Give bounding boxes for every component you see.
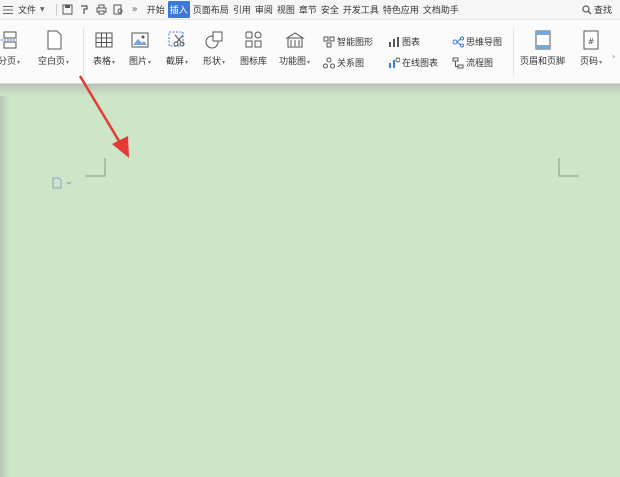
scissors-icon: [168, 31, 185, 47]
function-chart-icon: [284, 32, 305, 48]
menu-bar: 文件 ▼ » 开始 插入 页面布局 引用 审阅 视图 章节 安全 开发工具 特色…: [0, 0, 620, 20]
ribbon-tabs: 开始 插入 页面布局 引用 审阅 视图 章节 安全 开发工具 特色应用 文档助手: [146, 1, 462, 18]
top-right-margin-marker: [558, 158, 579, 177]
page-break-button[interactable]: 分页▾: [0, 30, 20, 67]
more-quick-access-button[interactable]: »: [132, 4, 138, 15]
tab-references[interactable]: 引用: [232, 1, 252, 18]
blank-page-label: 空白页: [38, 57, 66, 67]
file-menu[interactable]: 文件: [18, 3, 36, 16]
icon-library-label: 图标库: [240, 57, 268, 67]
flowchart-label: 流程图: [466, 59, 494, 69]
tab-security[interactable]: 安全: [320, 1, 340, 18]
table-button[interactable]: 表格▾: [93, 30, 115, 67]
tab-doc-assistant[interactable]: 文档助手: [422, 1, 460, 18]
flowchart-button[interactable]: 流程图: [452, 56, 493, 69]
menu-icon[interactable]: [3, 5, 13, 14]
function-chart-label: 功能图: [279, 57, 307, 67]
page-number-label: 页码: [580, 57, 599, 67]
tab-review[interactable]: 审阅: [254, 1, 274, 18]
icon-library-button[interactable]: 图标库: [240, 30, 267, 67]
divider: [83, 28, 84, 76]
picture-label: 图片: [129, 57, 148, 67]
blank-page-icon: [47, 30, 62, 50]
table-icon: [95, 32, 113, 48]
tab-view[interactable]: 视图: [276, 1, 296, 18]
shapes-button[interactable]: 形状▾: [203, 30, 225, 67]
relation-chart-button[interactable]: 关系图: [323, 56, 364, 69]
chevron-down-icon: ▾: [307, 59, 311, 66]
mind-map-label: 思维导图: [466, 38, 503, 48]
chart-label: 图表: [402, 38, 421, 48]
mind-map-button[interactable]: 思维导图: [452, 35, 502, 48]
tab-home[interactable]: 开始: [146, 1, 166, 18]
shapes-label: 形状: [203, 57, 222, 67]
search-label: 查找: [593, 6, 612, 16]
picture-icon: [131, 32, 149, 48]
divider: [55, 3, 57, 16]
annotation-arrow: [78, 75, 129, 158]
online-chart-label: 在线图表: [402, 59, 439, 69]
chevron-down-icon: ▾: [148, 59, 152, 66]
smart-art-label: 智能图形: [337, 38, 374, 48]
online-chart-button[interactable]: 在线图表: [388, 56, 438, 69]
tab-developer[interactable]: 开发工具: [342, 1, 380, 18]
chevron-down-icon: ▾: [599, 59, 603, 66]
tab-section[interactable]: 章节: [298, 1, 318, 18]
online-chart-icon: [389, 57, 400, 68]
picture-button[interactable]: 图片▾: [129, 30, 151, 67]
bar-chart-icon: [389, 36, 399, 47]
print-icon[interactable]: [96, 4, 107, 15]
icon-library-icon: [245, 31, 261, 48]
chevron-down-icon: ▾: [112, 59, 116, 66]
page-left-edge: [0, 96, 10, 477]
paragraph-layout-icon[interactable]: [52, 177, 76, 189]
format-painter-icon[interactable]: [79, 4, 90, 15]
mind-map-icon: [452, 36, 464, 47]
screenshot-button[interactable]: 截屏▾: [166, 30, 188, 67]
shapes-icon: [205, 31, 223, 49]
search-icon: [582, 4, 592, 14]
save-icon[interactable]: [62, 4, 73, 15]
smart-art-button[interactable]: 智能图形: [323, 35, 373, 48]
chevron-down-icon: ▾: [17, 59, 21, 66]
relation-chart-label: 关系图: [337, 59, 365, 69]
chevron-down-icon[interactable]: ▼: [40, 6, 45, 13]
page-number-button[interactable]: # 页码▾: [580, 30, 602, 67]
tab-insert[interactable]: 插入: [167, 1, 190, 18]
print-preview-icon[interactable]: [113, 4, 124, 15]
page-number-icon: #: [583, 30, 599, 50]
search-button[interactable]: 查找: [582, 3, 612, 16]
smart-art-icon: [323, 36, 335, 47]
chevron-down-icon: ▾: [66, 59, 70, 66]
screenshot-label: 截屏: [166, 57, 185, 67]
tab-page-layout[interactable]: 页面布局: [192, 1, 230, 18]
table-label: 表格: [93, 57, 112, 67]
chevron-down-icon: ▾: [185, 59, 189, 66]
relation-chart-icon: [323, 57, 335, 68]
svg-text:#: #: [588, 37, 595, 46]
page-break-label: 分页: [0, 57, 17, 67]
page-break-icon: [1, 31, 18, 49]
blank-page-button[interactable]: 空白页▾: [38, 30, 69, 67]
divider: [513, 28, 514, 76]
function-chart-button[interactable]: 功能图▾: [279, 30, 310, 67]
chart-button[interactable]: 图表: [388, 35, 420, 48]
tab-special[interactable]: 特色应用: [382, 1, 420, 18]
flowchart-icon: [452, 57, 464, 68]
ribbon-scroll-right-icon[interactable]: ›: [612, 52, 615, 61]
header-footer-label: 页眉和页脚: [520, 57, 566, 67]
header-footer-button[interactable]: 页眉和页脚: [520, 30, 565, 67]
header-footer-icon: [535, 30, 550, 50]
chevron-down-icon: ▾: [222, 59, 226, 66]
